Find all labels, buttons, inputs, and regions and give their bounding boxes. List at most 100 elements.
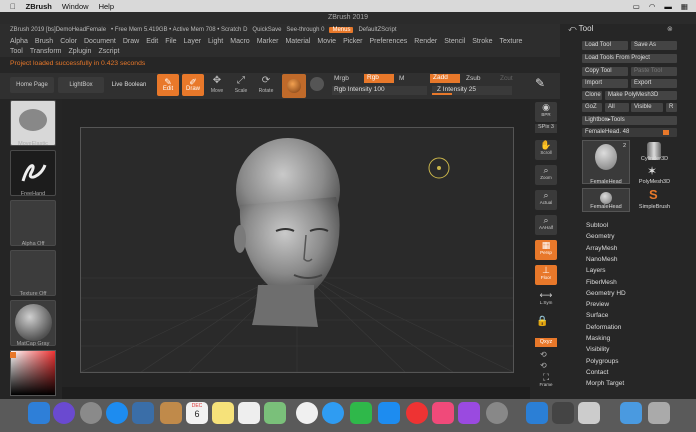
menu-picker[interactable]: Picker <box>343 38 362 45</box>
tool-submenu-deformation[interactable]: Deformation <box>586 324 621 331</box>
messages-icon[interactable] <box>322 402 344 424</box>
rotate-button[interactable]: ⟳ Rotate <box>256 74 276 98</box>
menu-zscript[interactable]: Zscript <box>98 48 119 55</box>
tool-submenu-preview[interactable]: Preview <box>586 301 609 308</box>
polymesh-star-icon[interactable]: ✶ <box>647 164 657 178</box>
system-preferences-icon[interactable] <box>486 402 508 424</box>
finder-icon[interactable] <box>28 402 50 424</box>
zbrush-icon[interactable] <box>552 402 574 424</box>
launchpad-icon[interactable] <box>80 402 102 424</box>
battery-icon[interactable]: ▬ <box>664 2 672 11</box>
menu-texture[interactable]: Texture <box>499 38 522 45</box>
lightbox-tools-button[interactable]: Lightbox▸Tools <box>582 116 677 125</box>
contacts-icon[interactable] <box>160 402 182 424</box>
menu-movie[interactable]: Movie <box>317 38 336 45</box>
menu-edit[interactable]: Edit <box>146 38 158 45</box>
menu-alpha[interactable]: Alpha <box>10 38 28 45</box>
menus-button[interactable]: Menus <box>329 26 354 33</box>
tool-submenu-nanomesh[interactable]: NanoMesh <box>586 256 617 263</box>
menu-transform[interactable]: Transform <box>30 48 62 55</box>
lock-icon[interactable]: 🔒 <box>536 316 550 328</box>
goz-button[interactable]: GoZ <box>582 103 602 112</box>
tool-submenu-polygroups[interactable]: Polygroups <box>586 358 619 365</box>
tool-submenu-geometry[interactable]: Geometry <box>586 233 615 240</box>
tool-submenu-visibility[interactable]: Visibility <box>586 346 609 353</box>
menu-color[interactable]: Color <box>60 38 77 45</box>
spix-slider[interactable]: SPix 3 <box>535 124 557 133</box>
simplebrush-icon[interactable]: S <box>649 187 658 202</box>
texture-thumbnail[interactable] <box>10 250 56 296</box>
calendar-icon[interactable]: DEC 6 <box>186 402 208 424</box>
draw-button[interactable]: ✐ Draw <box>182 74 204 96</box>
cast-icon[interactable]: ▭ <box>633 2 640 11</box>
export-button[interactable]: Export <box>631 79 677 88</box>
zcut-button[interactable]: Zcut <box>500 75 513 82</box>
zoom-button[interactable]: ⌕ Zoom <box>535 165 557 185</box>
downloads-folder-icon[interactable] <box>620 402 642 424</box>
copy-tool-button[interactable]: Copy Tool <box>582 67 628 76</box>
menu-zplugin[interactable]: Zplugin <box>68 48 91 55</box>
screenshot-icon[interactable] <box>578 402 600 424</box>
menu-tool[interactable]: Tool <box>10 48 23 55</box>
preview-icon[interactable] <box>132 402 154 424</box>
alpha-thumbnail[interactable] <box>10 200 56 246</box>
menu-layer[interactable]: Layer <box>184 38 202 45</box>
default-zscript-button[interactable]: DefaultZScript <box>358 27 396 33</box>
menu-document[interactable]: Document <box>84 38 116 45</box>
material-thumbnail[interactable] <box>10 300 56 346</box>
bpr-button[interactable]: ◉ BPR <box>535 102 557 122</box>
lightbox-button[interactable]: LightBox <box>58 77 104 93</box>
tool-submenu-fibermesh[interactable]: FiberMesh <box>586 279 617 286</box>
move-button[interactable]: ✥ Move <box>207 74 227 98</box>
m-button[interactable]: M <box>399 75 404 82</box>
facetime-icon[interactable] <box>350 402 372 424</box>
all-button[interactable]: All <box>605 103 629 112</box>
rotate-y-icon[interactable]: ⟲ <box>540 350 547 359</box>
rotate-z-icon[interactable]: ⟲ <box>540 361 547 370</box>
material-swatch-button[interactable] <box>282 74 306 98</box>
music-icon[interactable] <box>432 402 454 424</box>
safari-icon[interactable] <box>106 402 128 424</box>
visible-button[interactable]: Visible <box>631 103 663 112</box>
menu-render[interactable]: Render <box>414 38 437 45</box>
zadd-button[interactable]: Zadd <box>430 74 460 83</box>
window-menu[interactable]: Window <box>62 2 89 11</box>
lsym-button[interactable]: ⟷ L.Sym <box>535 290 557 310</box>
zsub-button[interactable]: Zsub <box>466 75 480 82</box>
menu-draw[interactable]: Draw <box>123 38 139 45</box>
app-menu[interactable]: ZBrush <box>26 2 52 11</box>
maps-icon[interactable] <box>264 402 286 424</box>
current-tool-slider[interactable]: FemaleHead. 48 <box>582 128 677 137</box>
import-button[interactable]: Import <box>582 79 628 88</box>
tool-submenu-arraymesh[interactable]: ArrayMesh <box>586 245 617 252</box>
tool-submenu-surface[interactable]: Surface <box>586 312 608 319</box>
vscode-icon[interactable] <box>526 402 548 424</box>
apple-icon[interactable]:  <box>10 2 16 11</box>
actual-button[interactable]: ⌕ Actual <box>535 190 557 210</box>
save-as-button[interactable]: Save As <box>631 41 677 50</box>
menu-brush[interactable]: Brush <box>35 38 53 45</box>
flag-icon[interactable]: ▦ <box>681 2 688 11</box>
quicksave-button[interactable]: QuickSave <box>252 27 281 33</box>
wifi-icon[interactable]: ◠ <box>649 2 656 11</box>
female-head-model[interactable] <box>228 135 346 331</box>
menu-marker[interactable]: Marker <box>257 38 279 45</box>
menu-macro[interactable]: Macro <box>230 38 249 45</box>
make-polymesh3d-button[interactable]: Make PolyMesh3D <box>605 91 677 100</box>
help-menu[interactable]: Help <box>99 2 114 11</box>
persp-button[interactable]: ▦ Persp <box>535 240 557 260</box>
scale-button[interactable]: ⤢ Scale <box>231 74 251 98</box>
floor-button[interactable]: ⊥ Floor <box>535 265 557 285</box>
seethrough-slider[interactable]: See-through 0 <box>286 27 324 33</box>
color-picker[interactable] <box>10 350 56 396</box>
photos-icon[interactable] <box>296 402 318 424</box>
load-tool-button[interactable]: Load Tool <box>582 41 628 50</box>
tool-submenu-contact[interactable]: Contact <box>586 369 608 376</box>
menu-material[interactable]: Material <box>285 38 310 45</box>
qxyz-button[interactable]: Qxyz <box>535 338 557 347</box>
home-page-button[interactable]: Home Page <box>10 77 54 93</box>
menu-preferences[interactable]: Preferences <box>370 38 408 45</box>
clone-button[interactable]: Clone <box>582 91 602 100</box>
stroke-thumbnail[interactable] <box>10 150 56 196</box>
tool-submenu-morph-target[interactable]: Morph Target <box>586 380 624 387</box>
